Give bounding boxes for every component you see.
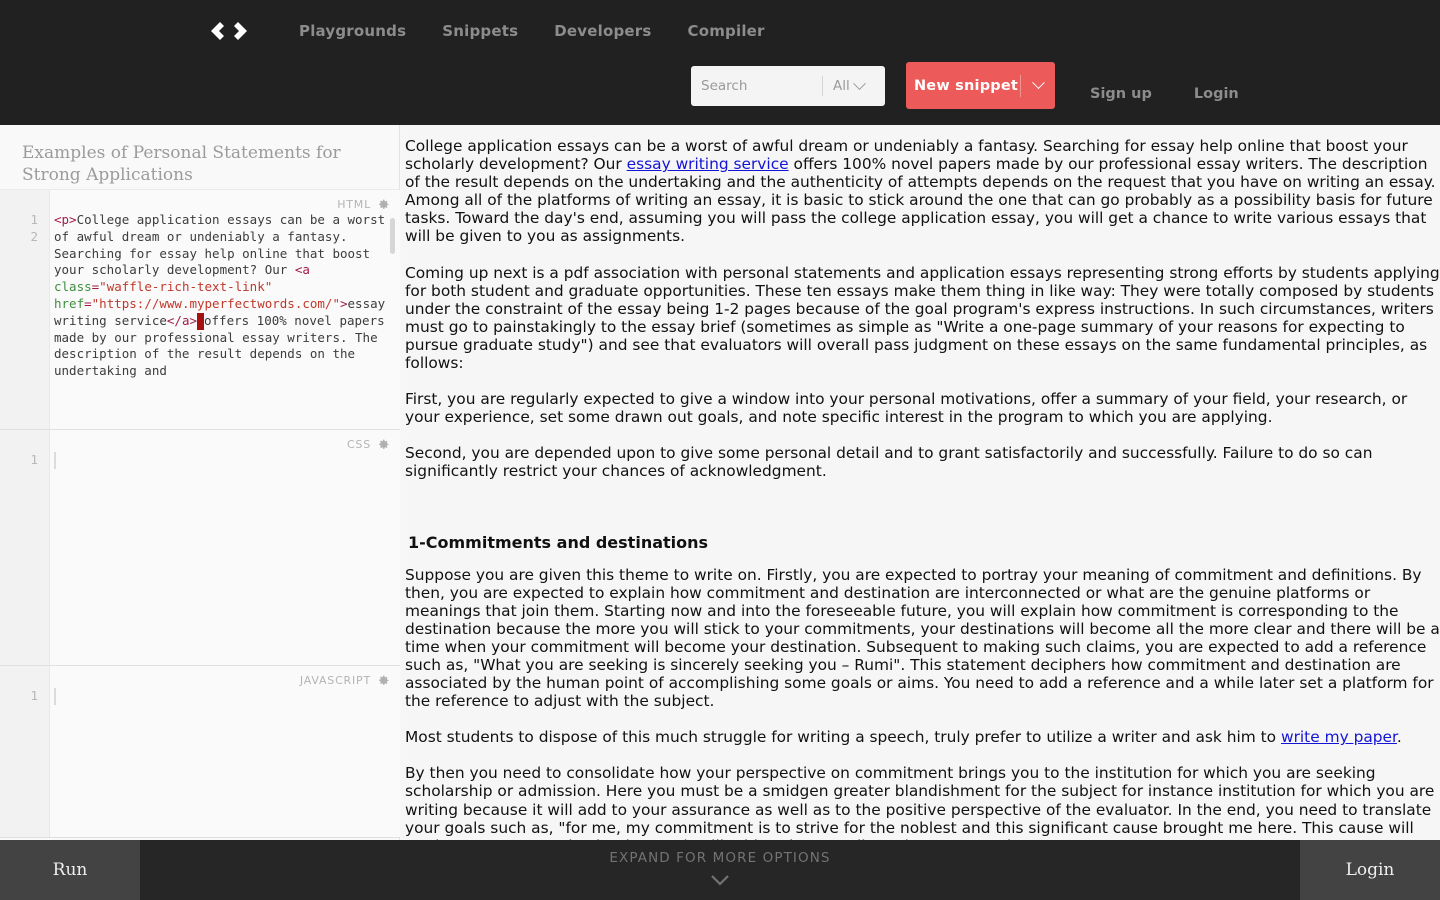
html-editor-gutter: 1 2 <box>0 190 50 429</box>
nav-item-snippets[interactable]: Snippets <box>442 22 518 40</box>
bottom-toolbar: Run EXPAND FOR MORE OPTIONS Login <box>0 840 1440 900</box>
new-snippet-dropdown-toggle[interactable] <box>1021 62 1055 109</box>
javascript-editor-language-label: JAVASCRIPT <box>299 674 371 687</box>
top-header: Playgrounds Snippets Developers Compiler… <box>0 0 1440 125</box>
code-token-tag: <p> <box>54 212 77 227</box>
run-button[interactable]: Run <box>0 840 140 900</box>
gear-icon[interactable] <box>377 674 390 687</box>
line-number: 2 <box>30 228 38 244</box>
code-token-attr: class <box>54 279 92 295</box>
auth-link-list: Sign up Login <box>1090 62 1239 125</box>
html-editor-panel[interactable]: 1 2 HTML <p>College application essays c… <box>0 190 400 430</box>
nav-link-list: Playgrounds Snippets Developers Compiler <box>299 0 765 62</box>
chevron-down-icon <box>711 871 729 890</box>
bottom-login-button[interactable]: Login <box>1300 840 1440 900</box>
code-token-tag: > <box>340 295 348 311</box>
code-token-val: "waffle-rich-text-link" <box>99 279 273 295</box>
run-button-label: Run <box>52 860 88 880</box>
preview-paragraph: By then you need to consolidate how your… <box>405 764 1435 840</box>
code-token-val: "https://www.myperfectwords.com/" <box>91 295 340 311</box>
nav-item-compiler[interactable]: Compiler <box>688 22 765 40</box>
search-scope-dropdown[interactable]: All <box>823 76 872 94</box>
preview-paragraph: Coming up next is a pdf association with… <box>405 263 1440 373</box>
expand-options-label: EXPAND FOR MORE OPTIONS <box>609 850 831 866</box>
html-editor-header: HTML <box>337 198 390 211</box>
preview-paragraph: Most students to dispose of this much st… <box>405 728 1402 747</box>
expand-options-button[interactable]: EXPAND FOR MORE OPTIONS <box>140 840 1300 900</box>
code-token-tag: </a> <box>166 312 197 328</box>
new-snippet-button[interactable]: New snippet <box>906 62 1055 109</box>
line-number: 1 <box>30 212 38 227</box>
preview-inline-link[interactable]: essay writing service <box>627 155 789 173</box>
css-editor-gutter: 1 <box>0 430 50 665</box>
css-editor-panel[interactable]: 1 CSS <box>0 430 400 666</box>
sign-up-link[interactable]: Sign up <box>1090 86 1152 102</box>
gear-icon[interactable] <box>377 438 390 451</box>
javascript-editor-gutter: 1 <box>0 666 50 837</box>
html-editor-code[interactable]: <p>College application essays can be a w… <box>54 212 388 380</box>
code-token-tag: = <box>84 295 92 311</box>
preview-inline-link[interactable]: write my paper <box>1281 728 1397 746</box>
snippet-title: Examples of Personal Statements for Stro… <box>0 125 399 190</box>
preview-paragraph: Suppose you are given this theme to writ… <box>405 565 1440 711</box>
bottom-login-label: Login <box>1345 860 1395 880</box>
code-token-bad <box>197 312 204 330</box>
new-snippet-label: New snippet <box>913 77 1019 94</box>
code-brackets-logo-icon[interactable] <box>207 16 251 46</box>
preview-heading: 1-Commitments and destinations <box>408 532 709 552</box>
line-number: 1 <box>30 452 38 467</box>
nav-item-playgrounds[interactable]: Playgrounds <box>299 22 406 40</box>
gear-icon[interactable] <box>377 198 390 211</box>
code-token-tag: <a <box>294 262 318 278</box>
search-box: All <box>691 66 885 106</box>
css-editor-caret <box>54 452 56 469</box>
chevron-down-icon <box>852 76 866 90</box>
preview-paragraph: Second, you are depended upon to give so… <box>405 444 1373 481</box>
javascript-editor-header: JAVASCRIPT <box>300 674 390 687</box>
search-scope-label: All <box>833 78 850 94</box>
primary-nav-row: Playgrounds Snippets Developers Compiler <box>0 0 1440 62</box>
search-input[interactable] <box>691 67 822 105</box>
javascript-editor-caret <box>54 688 56 705</box>
code-token-attr: href <box>54 295 85 311</box>
code-token-text: College application essays can be a wors… <box>54 212 393 278</box>
header-tools-row: All New snippet Sign up Login <box>0 62 1440 125</box>
line-number: 1 <box>30 688 38 703</box>
editor-sidebar: Examples of Personal Statements for Stro… <box>0 125 400 840</box>
preview-paragraph: First, you are regularly expected to giv… <box>405 390 1408 427</box>
preview-pane: College application essays can be a wors… <box>401 125 1440 840</box>
nav-item-developers[interactable]: Developers <box>554 22 651 40</box>
login-link[interactable]: Login <box>1194 86 1239 102</box>
css-editor-language-label: CSS <box>346 438 371 451</box>
chevron-down-icon <box>1031 76 1045 90</box>
html-editor-language-label: HTML <box>337 198 371 211</box>
css-editor-header: CSS <box>347 438 390 451</box>
preview-paragraph: College application essays can be a wors… <box>405 137 1436 246</box>
javascript-editor-panel[interactable]: 1 JAVASCRIPT <box>0 666 400 838</box>
